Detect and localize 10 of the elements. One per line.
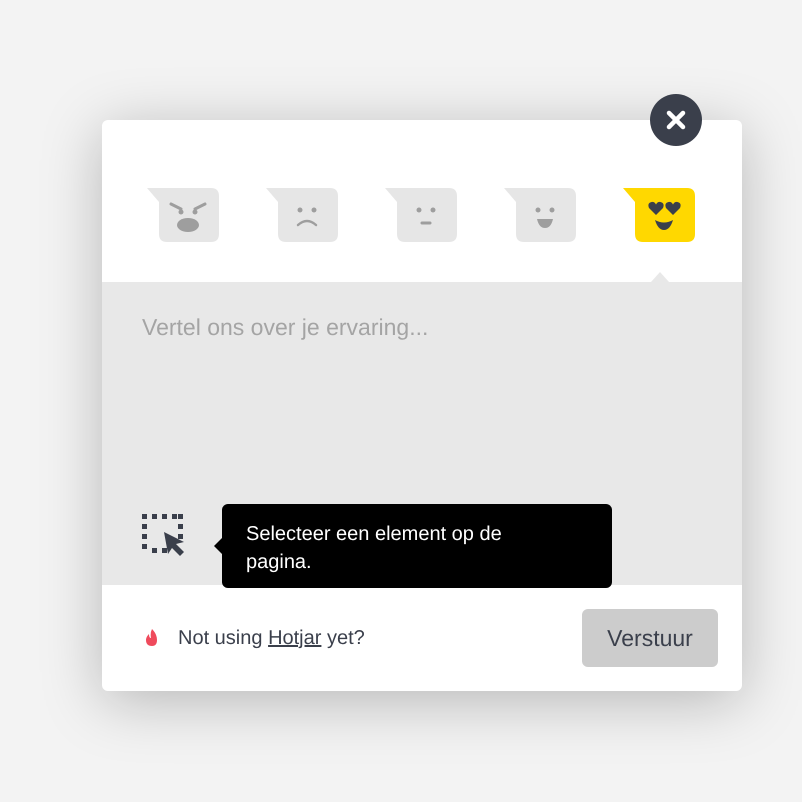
promo-text: Not using Hotjar yet? bbox=[178, 626, 365, 651]
sad-face-rating[interactable] bbox=[266, 188, 340, 242]
close-icon bbox=[665, 109, 687, 131]
tooltip-text: Selecteer een element op de pagina. bbox=[246, 523, 502, 573]
submit-button[interactable]: Verstuur bbox=[582, 609, 718, 667]
hotjar-link[interactable]: Hotjar bbox=[268, 627, 322, 649]
love-face-rating[interactable] bbox=[622, 188, 697, 242]
happy-face-rating[interactable] bbox=[504, 188, 578, 242]
close-button[interactable] bbox=[650, 94, 702, 146]
angry-face-rating[interactable] bbox=[147, 188, 222, 242]
